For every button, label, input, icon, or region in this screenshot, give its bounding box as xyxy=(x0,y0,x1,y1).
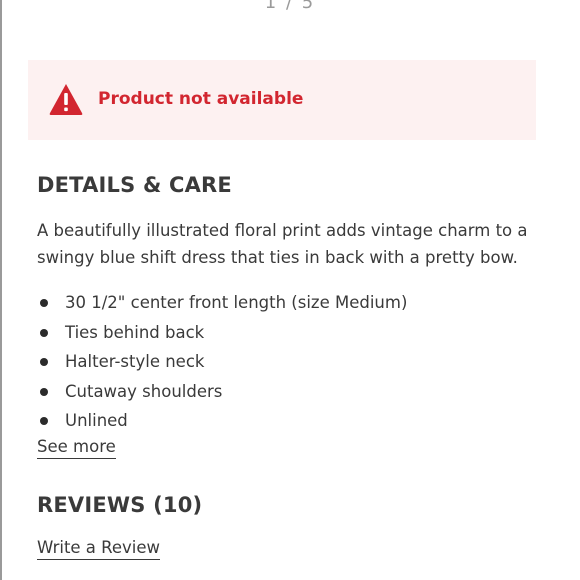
image-pager-indicator: 1 / 5 xyxy=(264,0,316,13)
bullet-dot-icon xyxy=(40,328,48,337)
list-item: Unlined xyxy=(37,406,407,436)
list-item-text: Ties behind back xyxy=(65,322,205,342)
list-item: Ties behind back xyxy=(37,318,407,348)
bullet-dot-icon xyxy=(40,299,48,307)
details-care-heading: DETAILS & CARE xyxy=(37,173,232,197)
list-item-text: 30 1/2" center front length (size Medium… xyxy=(65,293,408,312)
reviews-heading: REVIEWS (10) xyxy=(37,493,203,517)
bullet-dot-icon xyxy=(40,387,48,396)
bullet-dot-icon xyxy=(40,358,48,366)
details-bullet-list: 30 1/2" center front length (size Medium… xyxy=(37,288,407,436)
list-item-text: Unlined xyxy=(65,411,128,430)
list-item: Cutaway shoulders xyxy=(37,377,407,407)
list-item: Halter-style neck xyxy=(37,347,407,377)
write-review-link[interactable]: Write a Review xyxy=(37,538,161,560)
list-item-text: Cutaway shoulders xyxy=(65,381,223,401)
left-edge-divider xyxy=(0,0,2,580)
list-item-text: Halter-style neck xyxy=(65,352,205,371)
warning-triangle-icon xyxy=(49,84,83,115)
unavailable-alert-banner: Product not available xyxy=(28,60,536,140)
list-item: 30 1/2" center front length (size Medium… xyxy=(37,288,407,318)
bullet-dot-icon xyxy=(40,417,48,425)
alert-message: Product not available xyxy=(98,89,304,109)
product-description: A beautifully illustrated floral print a… xyxy=(37,221,528,267)
see-more-link[interactable]: See more xyxy=(37,437,116,459)
